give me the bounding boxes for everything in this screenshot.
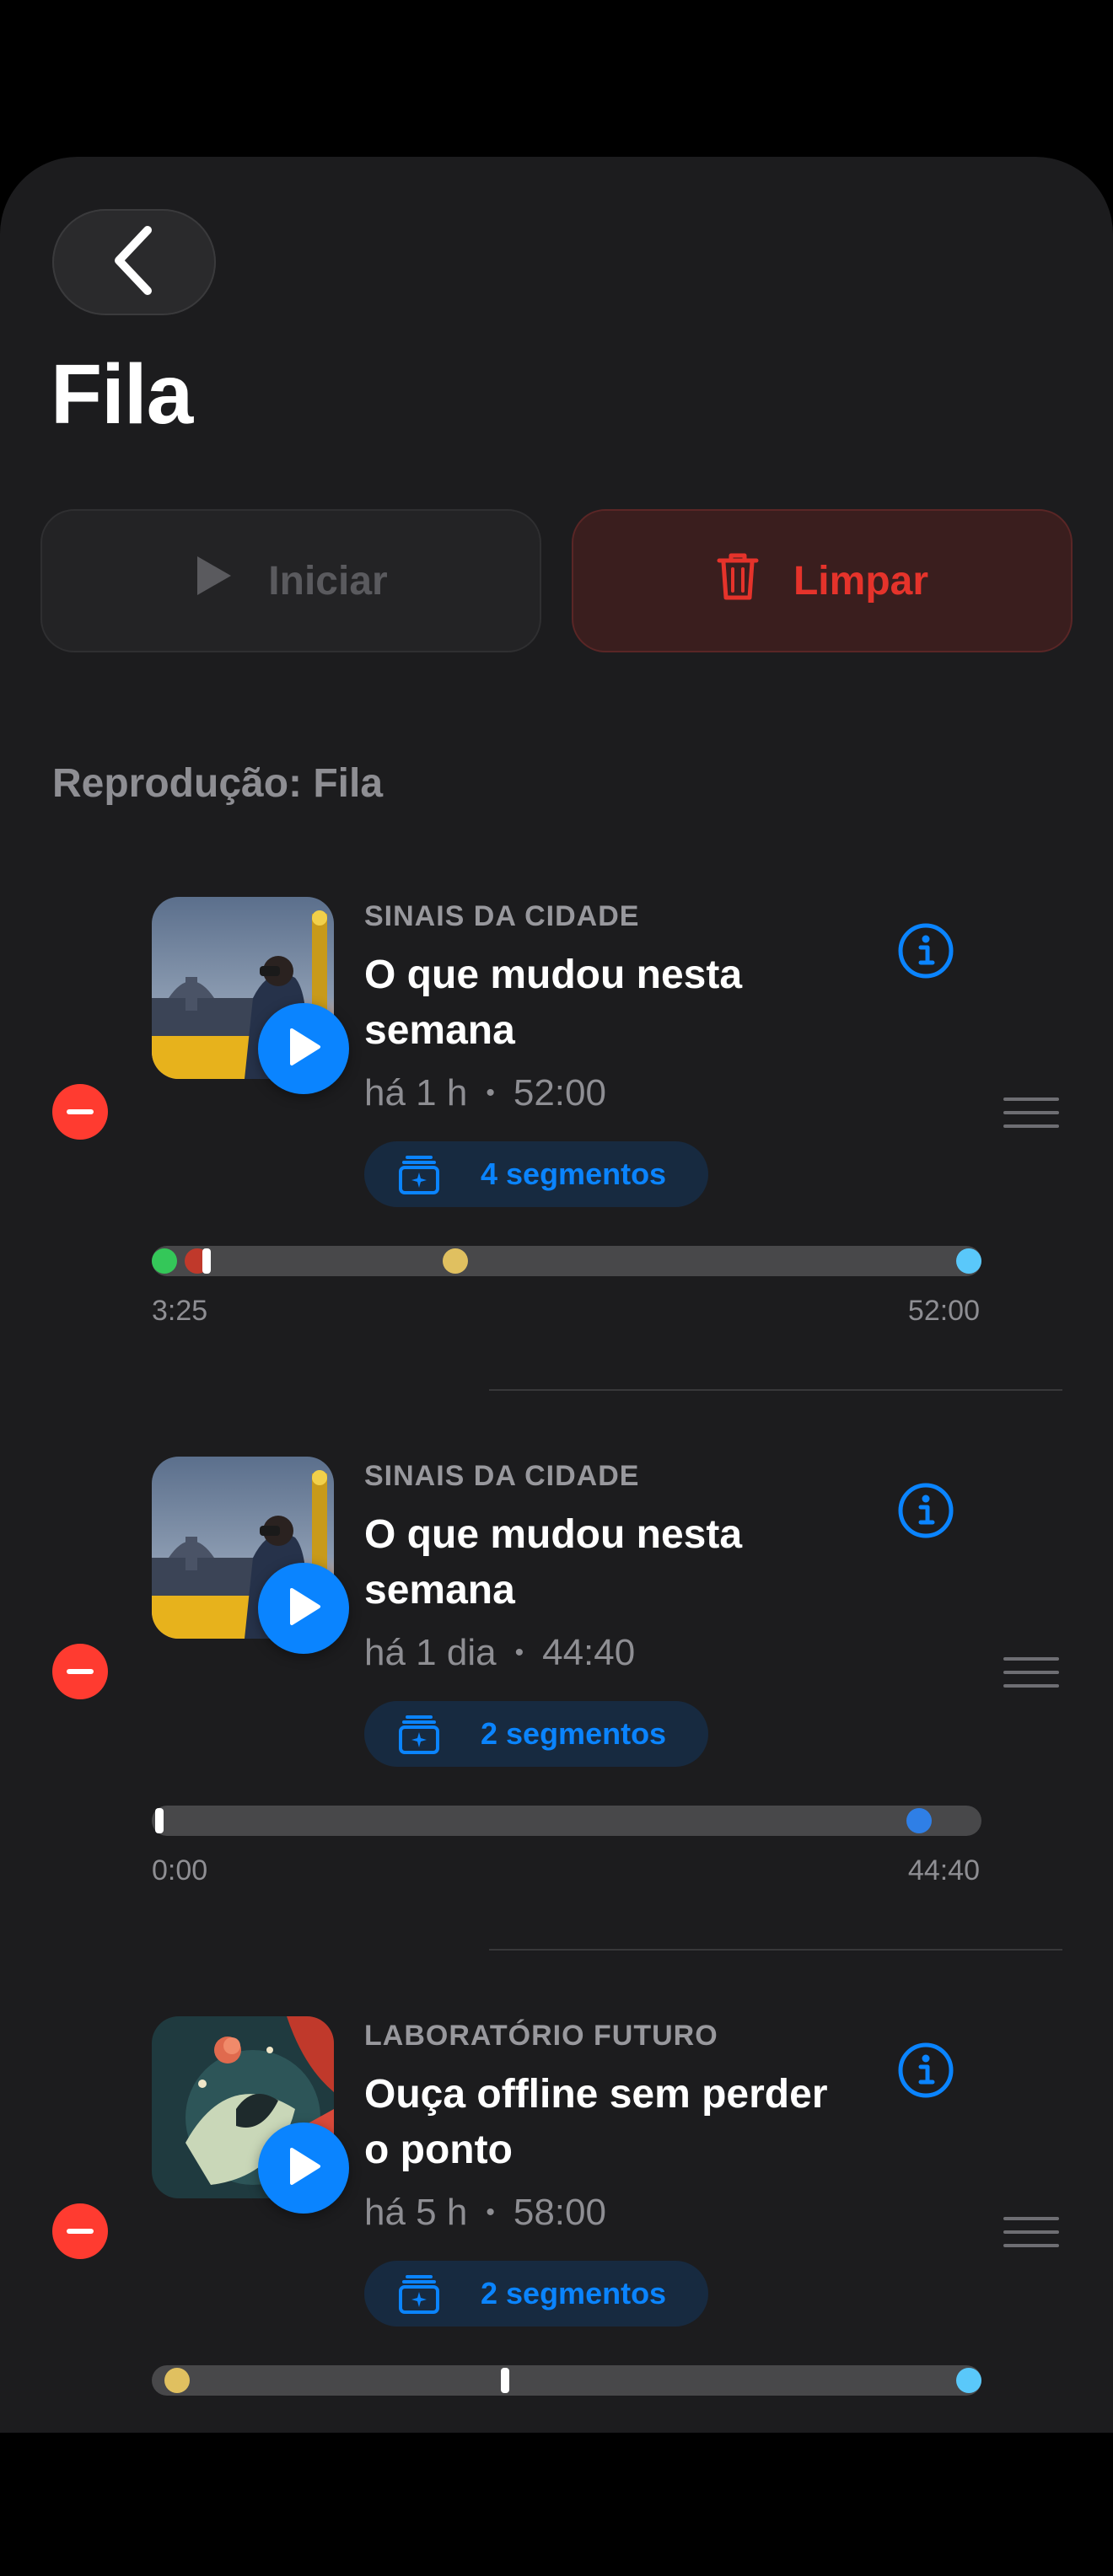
playhead-marker	[155, 1808, 164, 1833]
episode-meta: há 5 h • 58:00	[364, 2192, 606, 2234]
segment-marker	[443, 1248, 469, 1274]
segment-marker	[906, 1808, 933, 1833]
segments-label: 4 segmentos	[481, 1157, 667, 1191]
item-divider	[489, 1389, 1062, 1391]
start-button-label: Iniciar	[268, 558, 388, 604]
info-button[interactable]	[895, 2042, 956, 2102]
info-button[interactable]	[895, 1482, 956, 1543]
time-end: 52:00	[907, 1295, 980, 1327]
time-start: 3:25	[152, 1295, 208, 1327]
separator-dot: •	[514, 1639, 524, 1666]
play-episode-button[interactable]	[258, 1003, 349, 1094]
queue-item: SINAIS DA CIDADE O que mudou nesta seman…	[0, 897, 1113, 1457]
episode-meta: há 1 h • 52:00	[364, 1072, 606, 1114]
item-divider	[489, 1949, 1062, 1951]
time-end: 44:40	[907, 1854, 980, 1886]
segment-track[interactable]	[152, 1246, 981, 1276]
segment-marker	[956, 1248, 981, 1274]
play-episode-button[interactable]	[258, 1563, 349, 1654]
segments-button[interactable]: 2 segmentos	[364, 2261, 708, 2326]
start-button[interactable]: Iniciar	[40, 509, 541, 652]
queue-item: LABORATÓRIO FUTURO Ouça offline sem perd…	[0, 2016, 1113, 2576]
podcast-name: SINAIS DA CIDADE	[364, 900, 640, 932]
info-button[interactable]	[895, 922, 956, 983]
segments-icon	[396, 1151, 442, 1197]
play-icon	[285, 2146, 322, 2191]
section-label: Reprodução: Fila	[52, 761, 384, 806]
page-title: Fila	[51, 347, 193, 442]
episode-title: O que mudou nesta semana	[364, 953, 743, 1053]
back-button[interactable]	[52, 209, 216, 315]
segments-icon	[396, 2271, 442, 2316]
remove-item-button[interactable]	[52, 1644, 108, 1699]
segment-track[interactable]	[152, 2365, 981, 2396]
episode-title: Ouça offline sem perder o ponto	[364, 2072, 828, 2172]
play-episode-button[interactable]	[258, 2123, 349, 2214]
play-icon	[285, 1027, 322, 1071]
podcast-name: SINAIS DA CIDADE	[364, 1460, 640, 1492]
segments-icon	[396, 1711, 442, 1757]
info-icon	[897, 1482, 954, 1543]
episode-age: há 1 dia	[364, 1632, 497, 1673]
play-icon	[285, 1586, 322, 1631]
trash-icon	[716, 550, 760, 611]
episode-age: há 5 h	[364, 2192, 468, 2233]
episode-title: O que mudou nesta semana	[364, 1512, 743, 1613]
clear-button-label: Limpar	[793, 558, 929, 604]
segments-label: 2 segmentos	[481, 1716, 667, 1751]
playhead-marker	[202, 1248, 211, 1274]
remove-item-button[interactable]	[52, 2203, 108, 2259]
reorder-handle[interactable]	[1003, 2217, 1059, 2247]
podcast-name: LABORATÓRIO FUTURO	[364, 2020, 718, 2052]
segment-marker	[956, 2368, 981, 2393]
remove-item-button[interactable]	[52, 1084, 108, 1140]
segment-marker	[164, 2368, 190, 2393]
reorder-handle[interactable]	[1003, 1657, 1059, 1688]
reorder-handle[interactable]	[1003, 1097, 1059, 1128]
episode-duration: 44:40	[542, 1632, 636, 1673]
segment-marker	[152, 1248, 177, 1274]
episode-duration: 58:00	[513, 2192, 606, 2233]
time-start: 0:00	[152, 1854, 208, 1886]
separator-dot: •	[486, 2198, 495, 2226]
episode-duration: 52:00	[513, 1072, 606, 1114]
info-icon	[897, 922, 954, 984]
info-icon	[897, 2042, 954, 2103]
segment-track[interactable]	[152, 1806, 981, 1836]
segments-button[interactable]: 4 segmentos	[364, 1141, 708, 1207]
chevron-left-icon	[109, 225, 159, 300]
queue-item: SINAIS DA CIDADE O que mudou nesta seman…	[0, 1457, 1113, 2016]
play-icon	[194, 554, 234, 608]
separator-dot: •	[486, 1079, 495, 1107]
episode-age: há 1 h	[364, 1072, 468, 1114]
segments-button[interactable]: 2 segmentos	[364, 1701, 708, 1767]
clear-button[interactable]: Limpar	[572, 509, 1073, 652]
episode-meta: há 1 dia • 44:40	[364, 1632, 635, 1674]
segments-label: 2 segmentos	[481, 2276, 667, 2310]
playhead-marker	[501, 2368, 510, 2393]
